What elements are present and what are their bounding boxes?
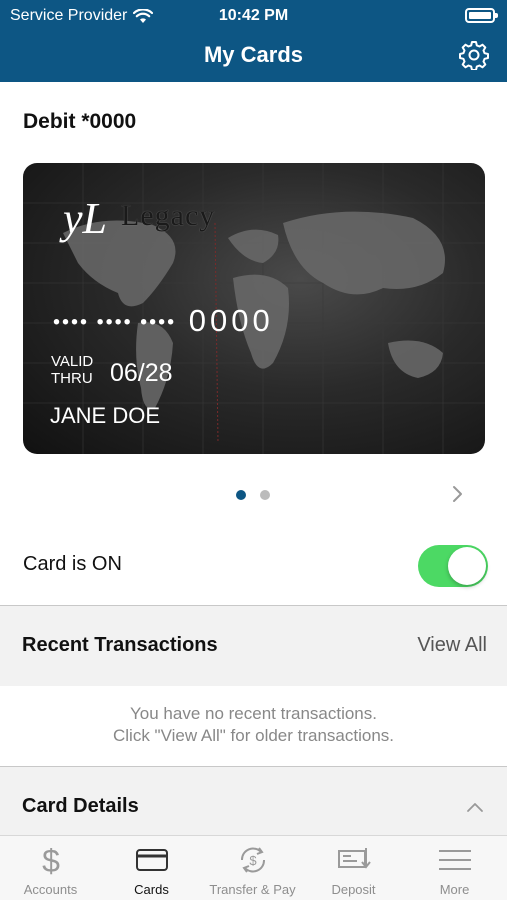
view-all-link[interactable]: View All [417,634,487,657]
tab-deposit[interactable]: Deposit [303,836,404,900]
empty-line-2: Click "View All" for older transactions. [112,726,395,745]
gear-icon[interactable] [459,40,489,70]
tab-label: Accounts [23,882,78,897]
recent-transactions-header: Recent Transactions View All [0,606,507,686]
card-pager[interactable] [0,490,507,500]
status-bar: Service Provider 10:42 PM [0,5,507,27]
toggle-knob [448,547,486,585]
valid-label-line2: THRU [51,370,93,387]
transfer-icon: $ [240,847,265,873]
tab-label: Cards [134,882,169,897]
card-icon [135,849,168,871]
card-status-row: Card is ON [0,535,507,605]
tab-label: More [439,882,470,897]
tab-label: Transfer & Pay [209,882,296,897]
logo-brand: Legacy [121,199,216,232]
tab-bar: $ Accounts Cards $ Transfer & Pay Deposi… [0,835,507,900]
valid-thru-label: VALID THRU [51,353,93,387]
card-details-section[interactable]: Card Details [0,767,507,835]
svg-text:$: $ [249,853,257,868]
card-status-label: Card is ON [23,553,122,575]
tab-cards[interactable]: Cards [101,836,202,900]
card-number: •••• •••• •••• 0000 [53,303,274,339]
empty-line-1: You have no recent transactions. [130,704,377,723]
tab-transfer-pay[interactable]: $ Transfer & Pay [202,836,303,900]
tab-more[interactable]: More [404,836,505,900]
battery-icon [465,8,498,23]
tab-label: Deposit [331,882,376,897]
card-details-title: Card Details [22,795,139,817]
card-label: Debit *0000 [23,110,137,133]
top-bar: Service Provider 10:42 PM My Cards [0,0,507,82]
card-expiry: 06/28 [110,359,173,387]
card-last4: 0000 [188,303,274,338]
tab-accounts[interactable]: $ Accounts [0,836,101,900]
debit-card[interactable]: yL Legacy •••• •••• •••• 0000 VALID THRU… [23,163,485,454]
card-on-toggle[interactable] [418,545,488,587]
svg-text:$: $ [42,844,60,876]
logo-mark: yL [63,194,107,243]
check-deposit-icon [337,848,371,869]
chevron-up-icon[interactable] [465,801,485,813]
recent-transactions-title: Recent Transactions [22,634,218,656]
pager-dot[interactable] [260,490,270,500]
empty-transactions-message: You have no recent transactions. Click "… [0,703,507,747]
valid-label-line1: VALID [51,353,94,370]
dollar-icon: $ [42,844,60,876]
menu-icon [438,850,471,870]
pager-dot-active[interactable] [236,490,246,500]
card-number-mask: •••• •••• •••• [53,311,177,334]
clock: 10:42 PM [218,7,289,24]
chevron-right-icon[interactable] [448,484,466,504]
page-title: My Cards [203,42,304,67]
card-holder-name: JANE DOE [50,403,161,428]
